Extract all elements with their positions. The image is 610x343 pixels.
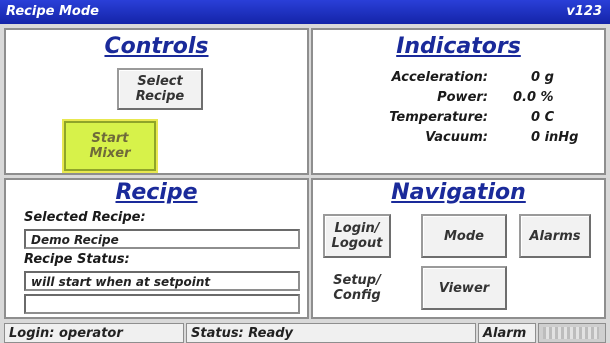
select-recipe-button[interactable]: Select Recipe	[117, 68, 203, 110]
alarms-button[interactable]: Alarms	[519, 214, 591, 258]
setup-config-button[interactable]: Setup/ Config	[323, 266, 391, 310]
indicator-list: Acceleration: 0 g Power: 0.0 % Temperatu…	[313, 70, 608, 160]
title-bar: Recipe Mode v123	[0, 0, 610, 24]
indicator-vacuum: Vacuum:	[313, 130, 488, 148]
start-mixer-button[interactable]: Start Mixer	[64, 121, 156, 171]
mode-button[interactable]: Mode	[421, 214, 507, 258]
recipe-status-label: Recipe Status:	[24, 252, 130, 267]
selected-recipe-field: Demo Recipe	[24, 229, 300, 249]
navigation-heading: Navigation	[391, 180, 526, 205]
login-status: Login: operator	[4, 323, 184, 343]
indicator-vacuum-value: 0 inHg	[531, 130, 579, 145]
indicator-power: Power:	[313, 90, 488, 108]
selected-recipe-label: Selected Recipe:	[24, 210, 146, 225]
recipe-heading: Recipe	[115, 180, 198, 205]
controls-panel: Controls Select Recipe Start Mixer	[4, 28, 309, 175]
navigation-panel: Navigation Login/ Logout Mode Alarms Set…	[311, 178, 606, 319]
recipe-panel: Recipe Selected Recipe: Demo Recipe Reci…	[4, 178, 309, 319]
controls-heading: Controls	[104, 34, 209, 59]
indicator-acceleration: Acceleration:	[313, 70, 488, 88]
login-logout-button[interactable]: Login/ Logout	[323, 214, 391, 258]
indicator-power-value: 0.0 %	[513, 90, 554, 105]
alarm-indicator[interactable]: Alarm	[478, 323, 536, 343]
version-label: v123	[566, 4, 602, 19]
indicators-heading: Indicators	[396, 34, 521, 59]
indicators-panel: Indicators Acceleration: 0 g Power: 0.0 …	[311, 28, 606, 175]
indicator-acceleration-value: 0 g	[531, 70, 554, 85]
system-status: Status: Ready	[186, 323, 476, 343]
indicator-label: Acceleration:	[391, 70, 488, 85]
clock-display	[538, 323, 606, 343]
indicator-temperature-value: 0 C	[531, 110, 555, 125]
viewer-button[interactable]: Viewer	[421, 266, 507, 310]
indicator-label: Temperature:	[389, 110, 488, 125]
status-bar: Login: operator Status: Ready Alarm	[0, 321, 610, 343]
recipe-status-extra-field	[24, 294, 300, 314]
recipe-status-field: will start when at setpoint	[24, 271, 300, 291]
app-title: Recipe Mode	[6, 4, 99, 19]
clock-icon	[543, 327, 599, 339]
hmi-screen: Recipe Mode v123 Controls Select Recipe …	[0, 0, 610, 343]
indicator-label: Vacuum:	[425, 130, 488, 145]
indicator-label: Power:	[437, 90, 488, 105]
indicator-temperature: Temperature:	[313, 110, 488, 128]
